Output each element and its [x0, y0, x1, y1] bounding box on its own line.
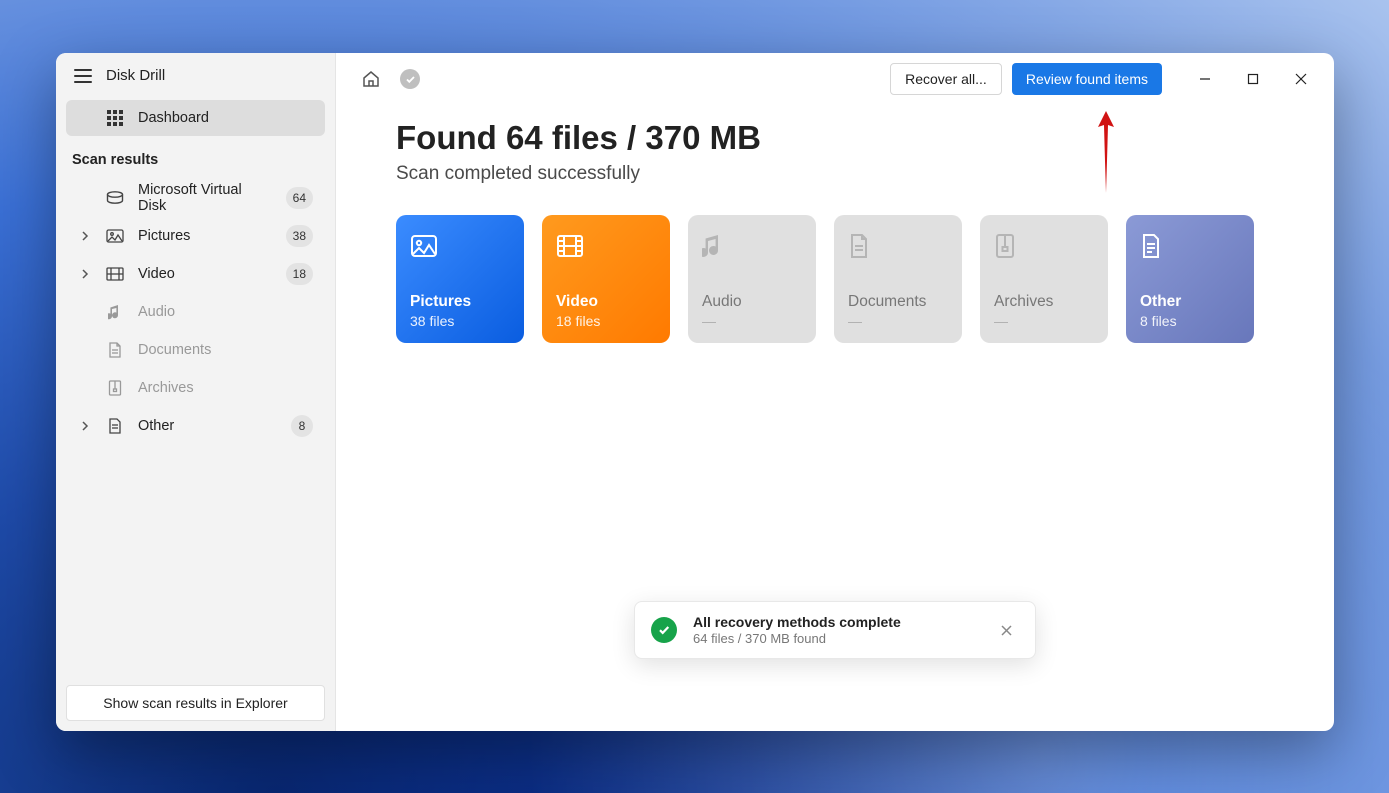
sidebar-item-other[interactable]: Other 8	[66, 408, 325, 444]
sidebar-item-label: Pictures	[138, 228, 272, 244]
card-archives[interactable]: Archives —	[980, 215, 1108, 343]
count-badge: 18	[286, 263, 313, 285]
card-title: Documents	[848, 293, 948, 311]
card-other[interactable]: Other 8 files	[1126, 215, 1254, 343]
close-button[interactable]	[1278, 62, 1324, 96]
maximize-button[interactable]	[1230, 62, 1276, 96]
video-icon	[556, 229, 656, 263]
audio-icon	[702, 229, 802, 263]
toast-close-button[interactable]	[994, 618, 1019, 643]
card-subtitle: 18 files	[556, 313, 656, 329]
main-content: Recover all... Review found items Found …	[336, 53, 1334, 731]
card-title: Audio	[702, 293, 802, 311]
grid-icon	[106, 110, 124, 126]
card-documents[interactable]: Documents —	[834, 215, 962, 343]
sidebar-nav: Dashboard	[56, 94, 335, 142]
menu-icon[interactable]	[74, 69, 92, 83]
card-subtitle: —	[994, 313, 1094, 329]
picture-icon	[410, 229, 510, 263]
file-icon	[106, 418, 124, 434]
sidebar-header: Disk Drill	[56, 53, 335, 94]
chevron-right-icon	[78, 231, 92, 241]
results-panel: Found 64 files / 370 MB Scan completed s…	[336, 105, 1334, 343]
count-badge: 38	[286, 225, 313, 247]
card-video[interactable]: Video 18 files	[542, 215, 670, 343]
audio-icon	[106, 304, 124, 320]
sidebar-results: Microsoft Virtual Disk 64 Pictures 38	[56, 174, 335, 450]
toast-subtitle: 64 files / 370 MB found	[693, 631, 978, 646]
sidebar-item-label: Video	[138, 266, 272, 282]
sidebar-item-archives[interactable]: Archives	[66, 370, 325, 406]
video-icon	[106, 267, 124, 281]
sidebar: Disk Drill Dashboard Scan results Micros…	[56, 53, 336, 731]
completion-toast: All recovery methods complete 64 files /…	[634, 601, 1036, 659]
app-title: Disk Drill	[106, 67, 165, 84]
disk-icon	[106, 191, 124, 205]
home-button[interactable]	[356, 64, 386, 94]
card-subtitle: 8 files	[1140, 313, 1240, 329]
toast-title: All recovery methods complete	[693, 614, 978, 630]
document-icon	[106, 342, 124, 358]
review-found-items-button[interactable]: Review found items	[1012, 63, 1162, 95]
sidebar-item-label: Archives	[138, 380, 313, 396]
sidebar-item-label: Documents	[138, 342, 313, 358]
document-icon	[848, 229, 948, 263]
card-subtitle: —	[702, 313, 802, 329]
archive-icon	[106, 380, 124, 396]
sidebar-footer: Show scan results in Explorer	[56, 675, 335, 731]
results-subheading: Scan completed successfully	[396, 163, 1274, 185]
window-controls	[1182, 62, 1324, 96]
card-subtitle: 38 files	[410, 313, 510, 329]
results-headline: Found 64 files / 370 MB	[396, 119, 1274, 157]
archive-icon	[994, 229, 1094, 263]
card-audio[interactable]: Audio —	[688, 215, 816, 343]
card-pictures[interactable]: Pictures 38 files	[396, 215, 524, 343]
card-title: Archives	[994, 293, 1094, 311]
count-badge: 64	[286, 187, 313, 209]
file-icon	[1140, 229, 1240, 263]
card-title: Other	[1140, 293, 1240, 311]
sidebar-item-dashboard[interactable]: Dashboard	[66, 100, 325, 136]
check-icon	[651, 617, 677, 643]
show-in-explorer-button[interactable]: Show scan results in Explorer	[66, 685, 325, 721]
app-window: Disk Drill Dashboard Scan results Micros…	[56, 53, 1334, 731]
recover-all-button[interactable]: Recover all...	[890, 63, 1002, 95]
card-title: Pictures	[410, 293, 510, 311]
category-cards: Pictures 38 files Video 18 files	[396, 215, 1274, 343]
sidebar-item-documents[interactable]: Documents	[66, 332, 325, 368]
sidebar-section-label: Scan results	[56, 142, 335, 174]
chevron-right-icon	[78, 269, 92, 279]
sidebar-item-label: Microsoft Virtual Disk	[138, 182, 272, 214]
minimize-button[interactable]	[1182, 62, 1228, 96]
sidebar-item-pictures[interactable]: Pictures 38	[66, 218, 325, 254]
sidebar-item-video[interactable]: Video 18	[66, 256, 325, 292]
chevron-right-icon	[78, 421, 92, 431]
card-title: Video	[556, 293, 656, 311]
sidebar-item-audio[interactable]: Audio	[66, 294, 325, 330]
picture-icon	[106, 229, 124, 243]
count-badge: 8	[291, 415, 313, 437]
scan-status-icon	[400, 69, 420, 89]
sidebar-item-disk[interactable]: Microsoft Virtual Disk 64	[66, 180, 325, 216]
sidebar-item-label: Audio	[138, 304, 313, 320]
sidebar-item-label: Dashboard	[138, 110, 313, 126]
toolbar: Recover all... Review found items	[336, 53, 1334, 105]
sidebar-item-label: Other	[138, 418, 277, 434]
toast-body: All recovery methods complete 64 files /…	[693, 614, 978, 646]
card-subtitle: —	[848, 313, 948, 329]
